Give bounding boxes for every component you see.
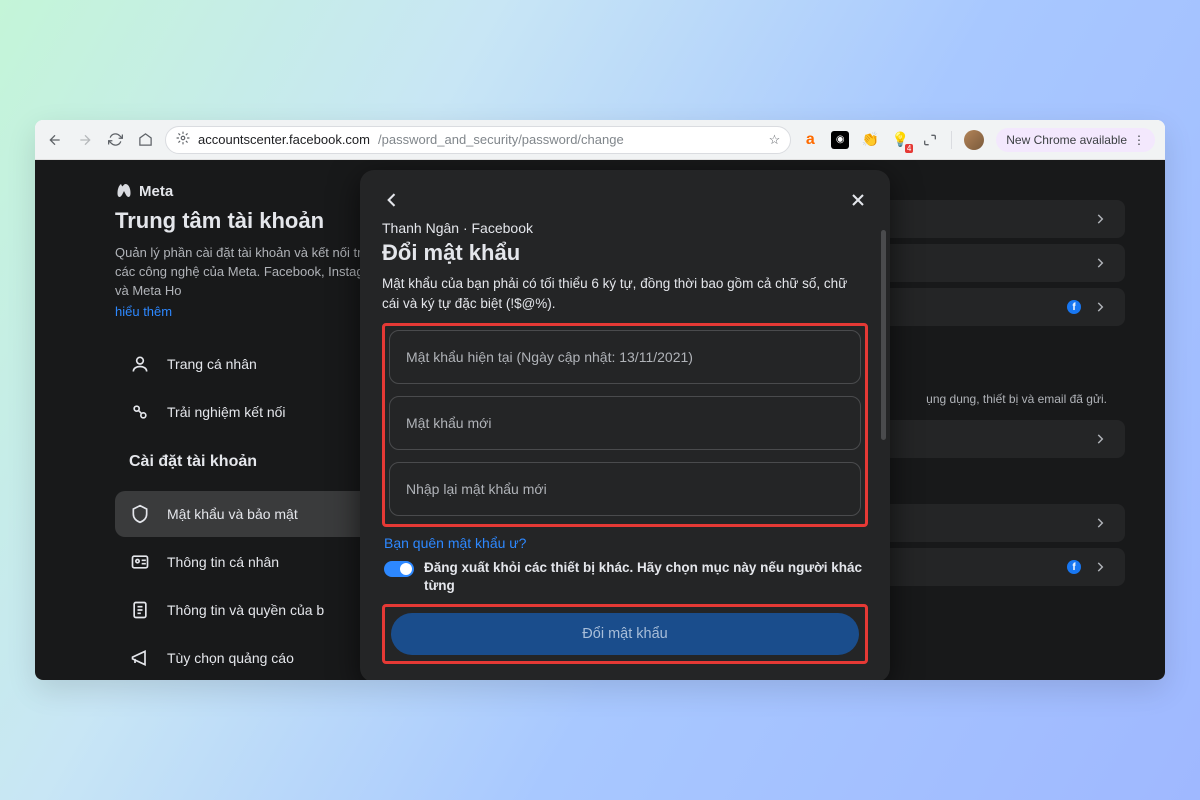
facebook-mini-icon: f [1067,300,1081,314]
meta-brand-text: Meta [139,183,173,200]
forward-button[interactable] [75,130,95,150]
menu-separator [951,131,952,149]
sidebar-item-label: Thông tin cá nhân [167,554,279,570]
document-icon [129,599,151,621]
sidebar-title: Trung tâm tài khoản [115,208,395,234]
site-settings-icon [176,131,190,148]
meta-logo: Meta [115,182,395,200]
sidebar-item-label: Mật khẩu và bảo mật [167,506,298,522]
logout-other-devices-option[interactable]: Đăng xuất khỏi các thiết bị khác. Hãy ch… [382,553,868,599]
change-password-modal: Thanh Ngân · Facebook Đổi mật khẩu Mật k… [360,170,890,680]
repeat-password-input[interactable]: Nhập lại mật khẩu mới [389,462,861,516]
extension-icons: a ◉ 👏 💡4 New Chrome available ⋮ [801,128,1155,152]
reload-button[interactable] [105,130,125,150]
url-bar[interactable]: accountscenter.facebook.com/password_and… [165,126,791,154]
input-placeholder: Mật khẩu hiện tại (Ngày cập nhật: 13/11/… [406,349,693,365]
sidebar-item-label: Trải nghiệm kết nối [167,404,286,420]
extensions-puzzle-icon[interactable] [921,131,939,149]
meta-icon [115,182,133,200]
sidebar-item-label: Thông tin và quyền của b [167,602,324,618]
browser-window: accountscenter.facebook.com/password_and… [35,120,1165,680]
extension-icon-clap[interactable]: 👏 [861,131,879,149]
sidebar-item-label: Tùy chọn quảng cáo [167,650,294,666]
sidebar-item-connected[interactable]: Trải nghiệm kết nối [115,389,395,435]
forgot-password-link[interactable]: Bạn quên mật khẩu ư? [382,535,526,551]
sidebar-item-profile[interactable]: Trang cá nhân [115,341,395,387]
sidebar-item-info-permissions[interactable]: Thông tin và quyền của b [115,587,395,633]
current-password-input[interactable]: Mật khẩu hiện tại (Ngày cập nhật: 13/11/… [389,330,861,384]
input-placeholder: Nhập lại mật khẩu mới [406,481,547,497]
sidebar-item-password-security[interactable]: Mật khẩu và bảo mật [115,491,395,537]
submit-button-label: Đổi mật khẩu [582,626,667,642]
logout-text: Đăng xuất khỏi các thiết bị khác. Hãy ch… [424,559,866,595]
shield-icon [129,503,151,525]
profile-avatar-icon[interactable] [964,130,984,150]
extension-icon-bulb[interactable]: 💡4 [891,131,909,149]
page-content: Meta Trung tâm tài khoản Quản lý phần cà… [35,160,1165,680]
modal-description: Mật khẩu của bạn phải có tối thiểu 6 ký … [382,274,868,313]
input-placeholder: Mật khẩu mới [406,415,491,431]
modal-title: Đổi mật khẩu [382,240,868,266]
learn-more-link[interactable]: hiểu thêm [115,304,172,319]
person-icon [129,353,151,375]
url-host: accountscenter.facebook.com [198,132,370,147]
chrome-update-button[interactable]: New Chrome available ⋮ [996,128,1155,152]
chevron-right-icon [1093,256,1107,270]
modal-breadcrumb: Thanh Ngân · Facebook [382,220,868,236]
chevron-right-icon [1093,212,1107,226]
logout-toggle[interactable] [384,561,414,577]
modal-back-button[interactable] [378,186,406,214]
sidebar-item-label: Trang cá nhân [167,356,257,372]
submit-highlight: Đổi mật khẩu [382,604,868,664]
new-password-input[interactable]: Mật khẩu mới [389,396,861,450]
bookmark-icon[interactable]: ☆ [769,132,781,148]
url-path: /password_and_security/password/change [378,132,624,147]
chevron-right-icon [1093,432,1107,446]
sidebar-item-personal-info[interactable]: Thông tin cá nhân [115,539,395,585]
sidebar-description: Quản lý phần cài đặt tài khoản và kết nố… [115,244,395,301]
connect-icon [129,401,151,423]
kebab-icon: ⋮ [1133,133,1145,147]
chrome-update-label: New Chrome available [1006,133,1127,147]
extension-icon-a[interactable]: a [801,131,819,149]
chevron-right-icon [1093,560,1107,574]
chevron-right-icon [1093,516,1107,530]
modal-scrollbar[interactable] [881,230,886,440]
home-button[interactable] [135,130,155,150]
facebook-mini-icon: f [1067,560,1081,574]
browser-toolbar: accountscenter.facebook.com/password_and… [35,120,1165,160]
sidebar-item-ad-prefs[interactable]: Tùy chọn quảng cáo [115,635,395,680]
id-card-icon [129,551,151,573]
chevron-right-icon [1093,300,1107,314]
back-button[interactable] [45,130,65,150]
password-inputs-highlight: Mật khẩu hiện tại (Ngày cập nhật: 13/11/… [382,323,868,527]
sidebar-section-header: Cài đặt tài khoản [129,453,395,471]
megaphone-icon [129,647,151,669]
change-password-button[interactable]: Đổi mật khẩu [391,613,859,655]
extension-icon-box[interactable]: ◉ [831,131,849,149]
modal-close-button[interactable] [844,186,872,214]
